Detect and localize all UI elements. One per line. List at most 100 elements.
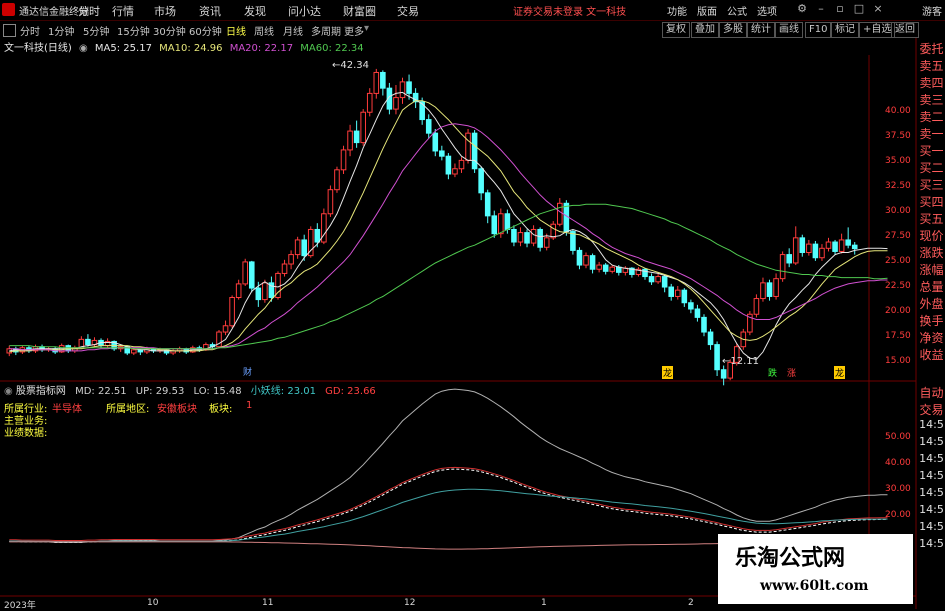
right-tab-buy1[interactable]: 买一 <box>918 142 945 159</box>
candle-body <box>248 261 255 289</box>
candle <box>792 226 799 266</box>
candle-body <box>694 308 701 318</box>
price-tick: 30.00 <box>885 206 911 216</box>
candle-body <box>484 192 491 217</box>
candle <box>511 225 517 247</box>
right-tab-buy5[interactable]: 买五 <box>918 210 945 227</box>
candle-body <box>557 202 563 225</box>
candle-body <box>353 130 360 144</box>
candle <box>760 277 766 302</box>
candle <box>806 239 812 256</box>
sector-label: 板块: <box>209 404 233 415</box>
indicator-lo: LO: 15.48 <box>193 386 242 397</box>
candle-body <box>707 331 714 346</box>
candle <box>39 344 45 352</box>
right-tab-mai3[interactable]: 卖三 <box>918 91 945 108</box>
right-tab-xianjia[interactable]: 现价 <box>918 227 945 244</box>
low-annotation: ←12.11 <box>722 356 760 367</box>
candle <box>340 145 347 174</box>
price-tick: 35.00 <box>885 156 911 166</box>
candle-body <box>537 228 543 248</box>
indicator-tick: 20.00 <box>885 510 911 520</box>
candle <box>583 252 589 269</box>
indicator-md: MD: 22.51 <box>75 386 127 397</box>
candle-body <box>262 282 268 301</box>
candle <box>327 185 334 217</box>
ma-line-ma60 <box>9 203 888 350</box>
right-tab-mai5[interactable]: 卖五 <box>918 57 945 74</box>
right-tab-zongliang[interactable]: 总量 <box>918 278 945 295</box>
right-tab-mai4[interactable]: 卖四 <box>918 74 945 91</box>
trade-time: 14:5 <box>919 486 944 499</box>
watermark-url: www.60lt.com <box>760 578 869 594</box>
event-tag-cai[interactable]: 财 <box>243 365 252 378</box>
right-tab-jiaoyi[interactable]: 交易 <box>918 401 945 418</box>
candle <box>216 329 222 348</box>
candle <box>517 227 524 247</box>
right-tab-waipan[interactable]: 外盘 <box>918 295 945 312</box>
candle <box>222 320 229 336</box>
candle-body <box>340 149 347 171</box>
price-tick: 32.50 <box>885 181 911 191</box>
right-tab-zidong[interactable]: 自动 <box>918 384 945 401</box>
candle <box>445 153 452 180</box>
indicator-header: ◉ 股票指标网 MD: 22.51 UP: 29.53 LO: 15.48 小妖… <box>4 382 376 397</box>
event-tag-long-2[interactable]: 龙 <box>834 366 846 379</box>
event-tag-long[interactable]: 龙 <box>662 366 674 379</box>
right-tab-mai2[interactable]: 卖二 <box>918 108 945 125</box>
right-tab-shouyi[interactable]: 收益 <box>918 346 945 363</box>
candle <box>301 234 307 261</box>
event-tag-die[interactable]: 跌 <box>768 366 777 379</box>
candle-body <box>602 264 609 272</box>
candlestick-chart[interactable] <box>0 0 945 609</box>
right-tab-weituo[interactable]: 委托 <box>918 40 945 57</box>
candle <box>851 242 858 255</box>
candle-body <box>681 289 688 304</box>
right-tab-buy4[interactable]: 买四 <box>918 193 945 210</box>
candle-body <box>314 228 321 243</box>
indicator-icon[interactable]: ◉ <box>4 386 16 397</box>
candle <box>668 283 675 301</box>
candle <box>661 275 668 293</box>
right-tab-buy3[interactable]: 买三 <box>918 176 945 193</box>
candle-body <box>851 244 858 250</box>
candle-body <box>511 228 517 243</box>
candle-body <box>753 298 760 315</box>
region-value: 安徽板块 <box>157 404 197 415</box>
right-tab-buy2[interactable]: 买二 <box>918 159 945 176</box>
candle <box>596 261 602 273</box>
candle-body <box>294 239 301 256</box>
candle <box>380 70 386 96</box>
right-tab-huanshou[interactable]: 换手 <box>918 312 945 329</box>
candle <box>589 253 596 274</box>
candle <box>720 365 727 386</box>
candle-body <box>550 223 557 239</box>
candle <box>478 166 484 201</box>
candle-body <box>661 276 668 288</box>
candle-body <box>366 92 373 113</box>
right-tab-zhangfu[interactable]: 涨幅 <box>918 261 945 278</box>
candle-body <box>766 282 773 297</box>
candle-body <box>452 168 458 175</box>
candle <box>321 208 327 245</box>
right-tab-mai1[interactable]: 卖一 <box>918 125 945 142</box>
candle-body <box>832 241 838 252</box>
price-tick: 25.00 <box>885 256 911 266</box>
candle <box>786 248 792 268</box>
candle-body <box>131 349 137 354</box>
trade-time: 14:5 <box>919 418 944 431</box>
candle-body <box>439 150 445 157</box>
event-tag-zhang[interactable]: 涨 <box>787 366 796 379</box>
candle-body <box>530 228 537 244</box>
right-tab-jingzi[interactable]: 净资 <box>918 329 945 346</box>
price-tick: 22.50 <box>885 281 911 291</box>
candle-body <box>458 159 465 170</box>
candle-body <box>347 130 353 151</box>
candle-body <box>498 213 504 235</box>
candle <box>104 338 111 348</box>
watermark-title: 乐淘公式网 <box>735 546 846 571</box>
candle <box>248 260 255 293</box>
sector-value: 1 <box>246 400 253 411</box>
candle <box>642 268 648 280</box>
right-tab-zhangdie[interactable]: 涨跌 <box>918 244 945 261</box>
